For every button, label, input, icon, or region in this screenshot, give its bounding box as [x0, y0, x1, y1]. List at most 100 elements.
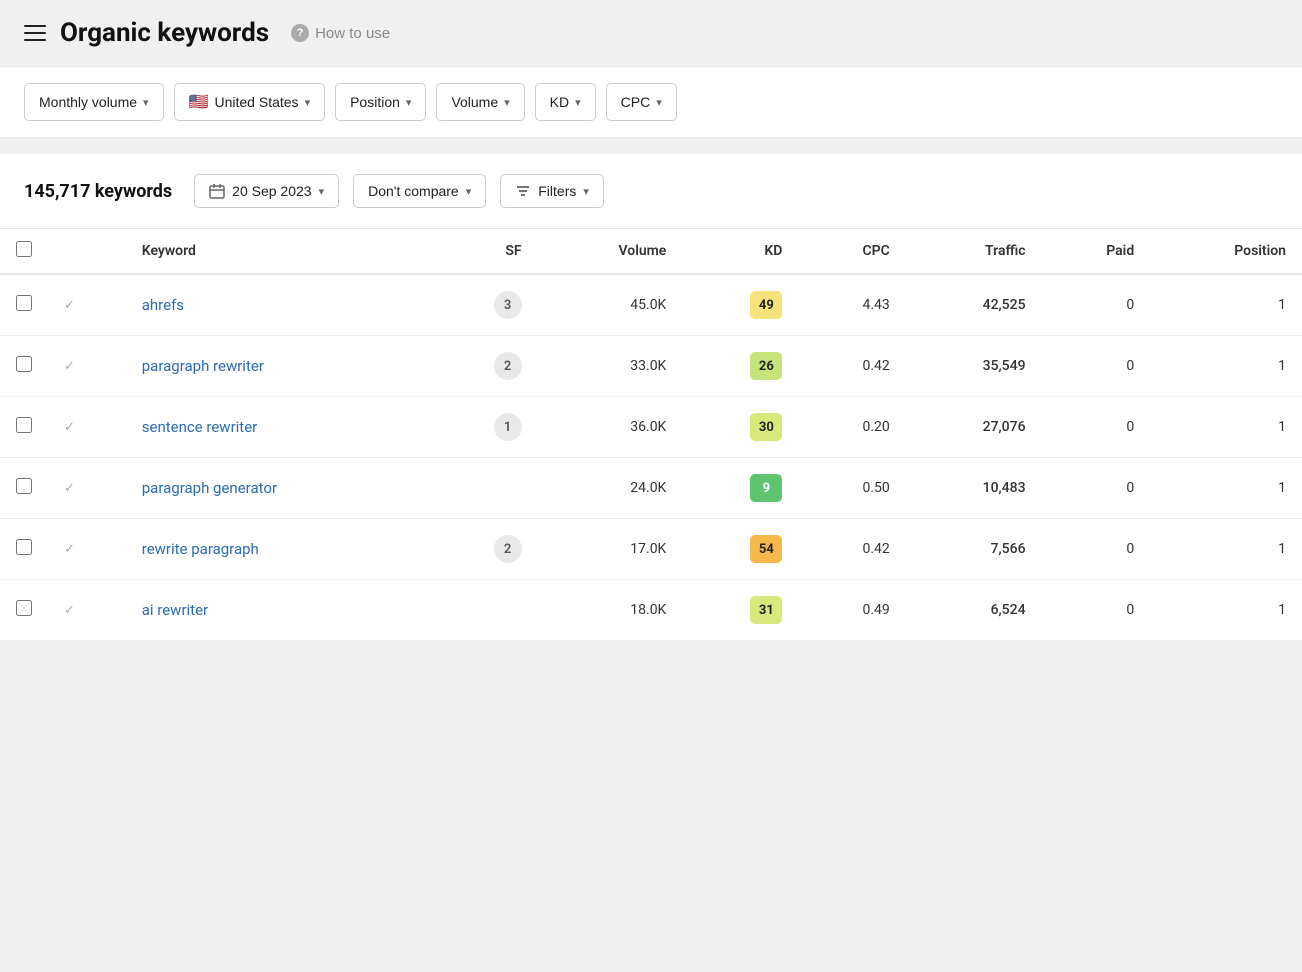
paid-cell: 0 [1042, 458, 1151, 519]
kd-cell: 49 [682, 274, 798, 336]
date-label: 20 Sep 2023 [232, 183, 311, 199]
keyword-link[interactable]: ahrefs [142, 296, 184, 314]
keyword-link[interactable]: sentence rewriter [142, 418, 258, 436]
keywords-count: 145,717 keywords [24, 181, 172, 202]
volume-cell: 24.0K [538, 458, 683, 519]
volume-cell: 36.0K [538, 397, 683, 458]
th-paid: Paid [1042, 229, 1151, 274]
th-cpc: CPC [798, 229, 905, 274]
kd-badge: 31 [750, 596, 782, 624]
paid-cell: 0 [1042, 397, 1151, 458]
position-cell: 1 [1150, 336, 1302, 397]
row-checkbox-cell[interactable] [0, 274, 48, 336]
row-checkbox-cell[interactable] [0, 397, 48, 458]
row-checkbox-cell[interactable] [0, 458, 48, 519]
keyword-link[interactable]: ai rewriter [142, 601, 208, 619]
position-filter[interactable]: Position ▾ [335, 83, 426, 121]
sf-cell [429, 458, 538, 519]
volume-cell: 18.0K [538, 580, 683, 641]
cpc-cell: 4.43 [798, 274, 905, 336]
traffic-cell: 42,525 [906, 274, 1042, 336]
kd-label: KD [550, 94, 569, 110]
keyword-cell[interactable]: ai rewriter [126, 580, 429, 641]
kd-badge: 49 [750, 291, 782, 319]
paid-cell: 0 [1042, 580, 1151, 641]
chevron-down-icon: ▾ [504, 96, 510, 109]
volume-cell: 45.0K [538, 274, 683, 336]
keyword-link[interactable]: rewrite paragraph [142, 540, 259, 558]
row-checkbox-cell[interactable] [0, 519, 48, 580]
content-section: 145,717 keywords 20 Sep 2023 ▾ Don't com… [0, 154, 1302, 641]
chevron-down-icon: ▾ [466, 185, 472, 198]
position-label: Position [350, 94, 400, 110]
cpc-cell: 0.50 [798, 458, 905, 519]
th-volume: Volume [538, 229, 683, 274]
traffic-cell: 35,549 [906, 336, 1042, 397]
filters-bar: Monthly volume ▾ 🇺🇸 United States ▾ Posi… [0, 66, 1302, 138]
chevron-down-icon: ▾ [406, 96, 412, 109]
country-filter[interactable]: 🇺🇸 United States ▾ [174, 83, 326, 121]
compare-button[interactable]: Don't compare ▾ [353, 174, 486, 208]
chevron-down-icon: ▾ [319, 185, 325, 198]
kd-badge: 9 [750, 474, 782, 502]
calendar-icon [209, 183, 225, 199]
keyword-cell[interactable]: paragraph rewriter [126, 336, 429, 397]
row-checkbox[interactable] [16, 356, 32, 372]
row-checkbox[interactable] [16, 295, 32, 311]
row-checkbox[interactable] [16, 600, 32, 616]
volume-cell: 33.0K [538, 336, 683, 397]
kd-badge: 26 [750, 352, 782, 380]
position-cell: 1 [1150, 274, 1302, 336]
how-to-use-label: How to use [315, 25, 390, 42]
paid-cell: 0 [1042, 519, 1151, 580]
check-icon: ✓ [64, 298, 75, 313]
keyword-link[interactable]: paragraph rewriter [142, 357, 264, 375]
row-checkbox-cell[interactable] [0, 580, 48, 641]
traffic-cell: 10,483 [906, 458, 1042, 519]
paid-cell: 0 [1042, 274, 1151, 336]
how-to-use-button[interactable]: ? How to use [283, 20, 398, 46]
compare-label: Don't compare [368, 183, 459, 199]
row-check-mark: ✓ [48, 336, 126, 397]
volume-filter[interactable]: Volume ▾ [436, 83, 524, 121]
row-checkbox[interactable] [16, 478, 32, 494]
row-checkbox[interactable] [16, 417, 32, 433]
keyword-cell[interactable]: ahrefs [126, 274, 429, 336]
date-picker-button[interactable]: 20 Sep 2023 ▾ [194, 174, 339, 208]
row-checkbox[interactable] [16, 539, 32, 555]
kd-cell: 31 [682, 580, 798, 641]
table-row: ✓sentence rewriter136.0K300.2027,07601 [0, 397, 1302, 458]
sf-cell: 2 [429, 519, 538, 580]
chevron-down-icon: ▾ [143, 96, 149, 109]
select-all-checkbox[interactable] [16, 241, 32, 257]
th-kd: KD [682, 229, 798, 274]
check-icon: ✓ [64, 481, 75, 496]
monthly-volume-filter[interactable]: Monthly volume ▾ [24, 83, 164, 121]
table-row: ✓ai rewriter18.0K310.496,52401 [0, 580, 1302, 641]
keyword-link[interactable]: paragraph generator [142, 479, 277, 497]
filters-label: Filters [538, 183, 576, 199]
cpc-cell: 0.42 [798, 519, 905, 580]
sf-cell: 3 [429, 274, 538, 336]
keyword-cell[interactable]: sentence rewriter [126, 397, 429, 458]
cpc-filter[interactable]: CPC ▾ [606, 83, 677, 121]
cpc-label: CPC [621, 94, 651, 110]
sf-cell: 2 [429, 336, 538, 397]
select-all-header[interactable] [0, 229, 48, 274]
filters-button[interactable]: Filters ▾ [500, 174, 604, 208]
sf-badge: 2 [494, 535, 522, 563]
table-row: ✓ ahrefs 345.0K 49 4.4342,52501 [0, 274, 1302, 336]
menu-icon[interactable] [24, 25, 46, 41]
table-row: ✓rewrite paragraph217.0K540.427,56601 [0, 519, 1302, 580]
sf-cell: 1 [429, 397, 538, 458]
table-header-row: Keyword SF Volume KD CPC Traffic Paid Po… [0, 229, 1302, 274]
kd-cell: 30 [682, 397, 798, 458]
kd-filter[interactable]: KD ▾ [535, 83, 596, 121]
keyword-cell[interactable]: rewrite paragraph [126, 519, 429, 580]
chevron-down-icon: ▾ [305, 96, 311, 109]
row-checkbox-cell[interactable] [0, 336, 48, 397]
row-check-mark: ✓ [48, 458, 126, 519]
keyword-cell[interactable]: paragraph generator [126, 458, 429, 519]
position-cell: 1 [1150, 458, 1302, 519]
kd-badge: 54 [750, 535, 782, 563]
